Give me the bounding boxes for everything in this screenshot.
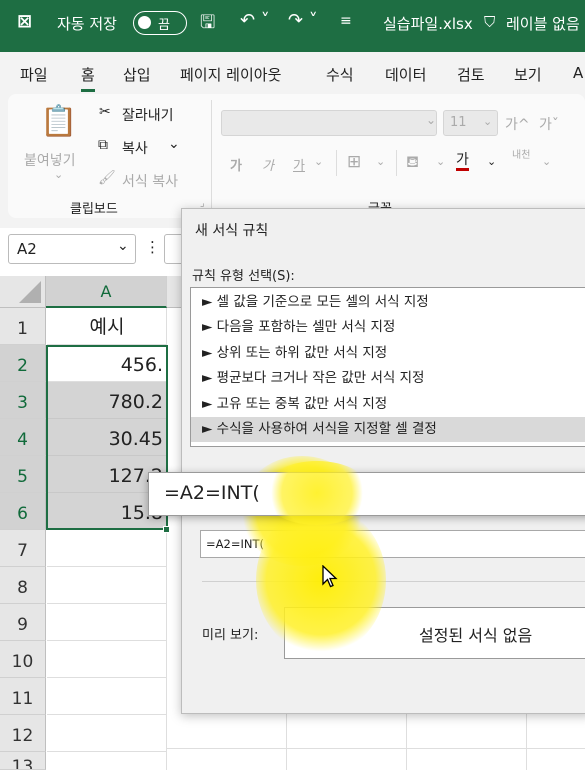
zoom-highlight-halo (262, 461, 372, 525)
menu-formulas[interactable]: 수식 (326, 64, 354, 85)
cell-a10[interactable] (47, 641, 167, 678)
bold-button[interactable]: 가 (230, 155, 242, 174)
preview-text: 설정된 서식 없음 (419, 626, 533, 645)
font-color-button[interactable]: 가 (456, 152, 469, 171)
row-header-12[interactable]: 12 (0, 715, 46, 752)
cell-a7[interactable] (47, 530, 167, 567)
customize-icon[interactable]: ≡ (340, 13, 352, 29)
font-color-chevron-icon[interactable]: ⌄ (487, 155, 496, 168)
title-bar: ⊠ 자동 저장 끔 🖫 ↶ ˅ ↷ ˅ ≡ 실습파일.xlsx ⛉ 레이블 없음 (0, 0, 585, 52)
dialog-title: 새 서식 규칙 (195, 223, 269, 239)
menu-home[interactable]: 홈 (81, 64, 95, 92)
font-size-value: 11 (450, 115, 467, 130)
row-header-8[interactable]: 8 (0, 567, 46, 604)
copy-chevron-icon[interactable]: ⌄ (168, 136, 180, 152)
row-header-2[interactable]: 2 (0, 345, 46, 382)
phonetic-icon[interactable]: 내천 (512, 150, 534, 162)
rule-type-list[interactable]: ► 셀 값을 기준으로 모든 셀의 서식 지정 ► 다음을 포함하는 셀만 서식… (190, 287, 585, 447)
rule-item[interactable]: ► 평균보다 크거나 작은 값만 서식 지정 (191, 366, 585, 391)
save-icon[interactable]: 🖫 (200, 10, 215, 40)
row-header-7[interactable]: 7 (0, 530, 46, 567)
menu-bar: 파일 홈 삽입 페이지 레이아웃 수식 데이터 검토 보기 A (0, 52, 585, 92)
cursor-highlight-halo (256, 505, 386, 655)
shield-icon: ⛉ (484, 13, 496, 31)
row-header-11[interactable]: 11 (0, 678, 46, 715)
border-chevron-icon[interactable]: ⌄ (376, 155, 385, 168)
paste-label[interactable]: 붙여넣기 (24, 150, 76, 170)
rule-type-label: 규칙 유형 선택(S): (192, 269, 295, 284)
name-box-value: A2 (17, 240, 37, 258)
autosave-label: 자동 저장 (57, 15, 117, 33)
ribbon-panel: 📋 붙여넣기 ⌄ ✂ 잘라내기 ⧉ 복사 ⌄ 🖌 서식 복사 클립보드 ⌟ ⌄ … (8, 94, 585, 218)
row-header-13[interactable]: 13 (0, 752, 46, 770)
clipboard-group-label: 클립보드 (70, 202, 118, 217)
preview-label: 미리 보기: (202, 628, 259, 643)
fill-handle[interactable] (163, 526, 170, 533)
mouse-cursor-icon (322, 565, 338, 588)
redo-icon[interactable]: ↷ ˅ (288, 10, 318, 31)
rule-item[interactable]: ► 상위 또는 하위 값만 서식 지정 (191, 341, 585, 366)
cut-label[interactable]: 잘라내기 (122, 105, 174, 125)
brush-icon[interactable]: 🖌 (98, 170, 116, 186)
row-header-6[interactable]: 6 (0, 493, 46, 530)
copy-label[interactable]: 복사 (122, 138, 148, 158)
rule-item[interactable]: ► 셀 값을 기준으로 모든 셀의 서식 지정 (191, 290, 585, 315)
fill-color-icon[interactable]: ⛾ (406, 152, 419, 173)
sensitivity-label[interactable]: 레이블 없음 (506, 13, 580, 34)
italic-button[interactable]: 가 (262, 155, 274, 174)
row-header-10[interactable]: 10 (0, 641, 46, 678)
paste-icon[interactable]: 📋 (40, 104, 77, 139)
cell-a9[interactable] (47, 604, 167, 641)
toggle-state: 끔 (158, 18, 170, 33)
cell-a1[interactable]: 예시 (47, 308, 167, 345)
menu-review[interactable]: 검토 (457, 64, 485, 85)
autosave-toggle[interactable]: 끔 (133, 11, 187, 35)
phonetic-chevron-icon[interactable]: ⌄ (542, 155, 551, 168)
cell-a12[interactable] (47, 715, 167, 752)
toggle-knob (138, 16, 151, 29)
zoom-callout-text: =A2=INT( (164, 482, 260, 504)
scissors-icon[interactable]: ✂ (99, 104, 111, 120)
cell-a8[interactable] (47, 567, 167, 604)
select-all-corner[interactable] (0, 276, 46, 308)
row-header-1[interactable]: 1 (0, 308, 46, 345)
name-box-chevron-icon[interactable]: ⌄ (117, 238, 129, 254)
underline-button[interactable]: 가 (293, 155, 305, 174)
row-header-4[interactable]: 4 (0, 419, 46, 456)
paste-chevron-icon[interactable]: ⌄ (54, 168, 63, 181)
row-header-9[interactable]: 9 (0, 604, 46, 641)
row-header-3[interactable]: 3 (0, 382, 46, 419)
undo-icon[interactable]: ↶ ˅ (240, 10, 270, 31)
more-options-icon[interactable]: ⋮ (145, 238, 160, 256)
format-painter-label[interactable]: 서식 복사 (122, 171, 178, 191)
menu-insert[interactable]: 삽입 (123, 64, 151, 85)
rule-item[interactable]: ► 다음을 포함하는 셀만 서식 지정 (191, 315, 585, 340)
menu-file[interactable]: 파일 (20, 64, 48, 85)
rule-item[interactable]: ► 고유 또는 중복 값만 서식 지정 (191, 392, 585, 417)
menu-view[interactable]: 보기 (514, 64, 542, 85)
copy-icon[interactable]: ⧉ (98, 137, 108, 153)
cell-a11[interactable] (47, 678, 167, 715)
menu-page-layout[interactable]: 페이지 레이아웃 (180, 64, 281, 85)
file-name: 실습파일.xlsx (383, 15, 473, 33)
underline-chevron-icon[interactable]: ⌄ (314, 155, 323, 168)
font-name-box[interactable] (221, 110, 437, 136)
fill-chevron-icon[interactable]: ⌄ (436, 155, 445, 168)
rule-item-selected[interactable]: ► 수식을 사용하여 서식을 지정할 셀 결정 (191, 417, 585, 443)
menu-more[interactable]: A (573, 64, 583, 82)
font-name-chevron-icon[interactable]: ⌄ (426, 113, 436, 127)
shrink-font-icon[interactable]: 가ˇ (539, 114, 559, 134)
column-header-a[interactable]: A (46, 276, 167, 308)
border-icon[interactable]: ⊞ (347, 152, 361, 172)
font-size-chevron-icon: ⌄ (483, 115, 493, 128)
row-header-5[interactable]: 5 (0, 456, 46, 493)
name-box[interactable]: A2 ⌄ (8, 234, 136, 264)
menu-data[interactable]: 데이터 (385, 64, 426, 85)
excel-logo-icon: ⊠ (17, 11, 33, 32)
font-size-box[interactable]: 11 ⌄ (443, 110, 498, 136)
grow-font-icon[interactable]: 가^ (505, 114, 530, 134)
